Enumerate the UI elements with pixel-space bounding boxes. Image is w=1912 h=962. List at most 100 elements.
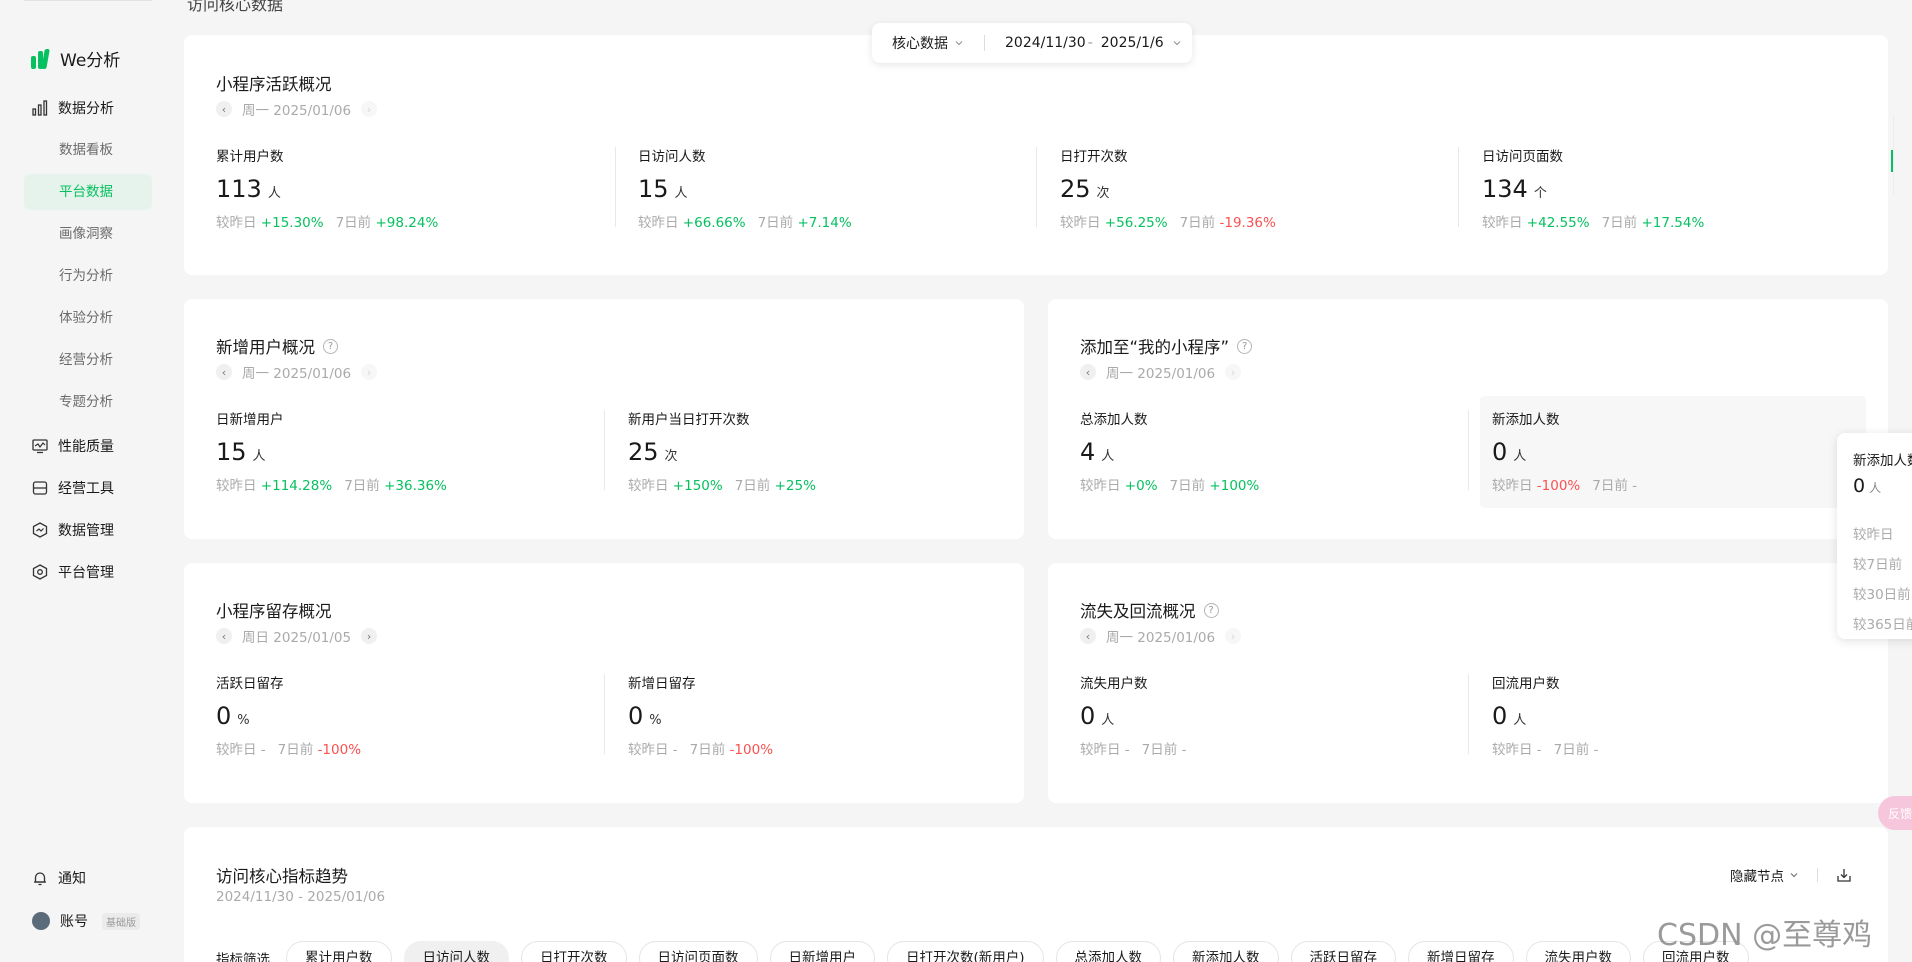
chip-total-added[interactable]: 总添加人数 bbox=[1055, 941, 1162, 962]
cmp-label: 较昨日 bbox=[1080, 742, 1121, 758]
divider bbox=[24, 0, 152, 1]
date-range-picker[interactable]: 2024/11/30- 2025/1/6 bbox=[1005, 35, 1182, 51]
nav-group-platform[interactable]: 平台管理 bbox=[32, 562, 114, 582]
nav-group-tools[interactable]: 经营工具 bbox=[32, 478, 114, 498]
metric-new-added[interactable]: 新添加人数 0人 较昨日 -100% 7日前 - bbox=[1492, 408, 1637, 494]
chip-new-retention[interactable]: 新增日留存 bbox=[1408, 941, 1514, 962]
metric-value: 0 bbox=[216, 702, 232, 730]
cmp-value: +25% bbox=[774, 478, 816, 494]
chip-new-user-opens[interactable]: 日打开次数(新用户) bbox=[887, 941, 1044, 962]
scrollbar-track[interactable] bbox=[1893, 115, 1894, 195]
prev-day-button[interactable]: ‹ bbox=[1080, 364, 1096, 380]
feedback-button[interactable]: 反馈 bbox=[1878, 796, 1912, 830]
prev-day-button[interactable]: ‹ bbox=[216, 364, 232, 380]
divider bbox=[1468, 674, 1469, 754]
metric-new-user-opens: 新用户当日打开次数 25 次 较昨日 +150% 7日前 +25% bbox=[628, 408, 816, 494]
metric-daily-visitors: 日访问人数 15 人 较昨日 +66.66% 7日前 +7.14% bbox=[638, 145, 852, 231]
cmp-value: - bbox=[672, 742, 678, 758]
chip-new-added[interactable]: 新添加人数 bbox=[1173, 941, 1279, 962]
page-title: 访问核心数据 bbox=[187, 0, 284, 14]
cmp-label: 较昨日 bbox=[216, 478, 257, 494]
cmp-label: 较昨日 bbox=[638, 215, 679, 231]
metric-returning-users: 回流用户数 0人 较昨日 -7日前 - bbox=[1492, 672, 1598, 758]
cmp-label: 7日前 bbox=[1179, 215, 1216, 231]
chip-daily-opens[interactable]: 日打开次数 bbox=[521, 941, 627, 962]
help-icon[interactable]: ? bbox=[1237, 338, 1253, 354]
cmp-value: +15.30% bbox=[260, 215, 324, 231]
next-day-button[interactable]: › bbox=[1225, 364, 1242, 380]
divider bbox=[604, 410, 605, 490]
add-to-my-apps-card: 添加至“我的小程序” ? ‹ 周一 2025/01/06 › 总添加人数 4人 … bbox=[1048, 299, 1888, 539]
metric-unit: 人 bbox=[252, 449, 266, 464]
divider bbox=[615, 147, 616, 227]
nav-group-label: 性能质量 bbox=[58, 439, 114, 455]
sidebar-item-topics[interactable]: 专题分析 bbox=[24, 384, 152, 420]
prev-day-button[interactable]: ‹ bbox=[1080, 628, 1096, 644]
next-day-button[interactable]: › bbox=[361, 364, 378, 380]
cmp-value: +17.54% bbox=[1641, 215, 1705, 231]
account-link[interactable]: 账号 基础版 bbox=[32, 911, 140, 931]
metric-filter-label: 指标筛选 bbox=[216, 952, 270, 962]
metric-detail-popover: 新添加人数 0人 较昨日 较7日前 较30日前 较365日前 bbox=[1837, 433, 1912, 639]
retention-card: 小程序留存概况 ‹ 周日 2025/01/05 › 活跃日留存 0% 较昨日 -… bbox=[184, 563, 1024, 803]
sidebar-item-behavior[interactable]: 行为分析 bbox=[24, 258, 152, 294]
app-logo[interactable]: We分析 bbox=[30, 46, 120, 71]
prev-day-button[interactable]: ‹ bbox=[216, 101, 232, 117]
metric-label: 日访问页面数 bbox=[1482, 149, 1563, 165]
sidebar-item-business[interactable]: 经营分析 bbox=[24, 342, 152, 378]
monitor-icon bbox=[32, 439, 48, 454]
popover-value: 0 bbox=[1853, 475, 1866, 497]
cmp-value: - bbox=[1593, 742, 1599, 758]
sidebar-item-experience[interactable]: 体验分析 bbox=[24, 300, 152, 336]
hide-nodes-select[interactable]: 隐藏节点 bbox=[1730, 865, 1799, 885]
date-end: 2025/1/6 bbox=[1100, 35, 1164, 51]
cmp-label: 7日前 bbox=[1553, 742, 1590, 758]
metric-unit: % bbox=[649, 713, 662, 728]
sidebar-item-platform-data[interactable]: 平台数据 bbox=[24, 174, 152, 210]
cmp-value: - bbox=[1536, 742, 1542, 758]
nav-group-label: 平台管理 bbox=[58, 565, 114, 581]
cmp-value: +56.25% bbox=[1104, 215, 1168, 231]
nav-group-performance[interactable]: 性能质量 bbox=[32, 436, 114, 456]
prev-day-button[interactable]: ‹ bbox=[216, 628, 232, 644]
download-icon[interactable] bbox=[1836, 867, 1852, 883]
divider bbox=[984, 35, 985, 51]
nav-group-data-analysis[interactable]: 数据分析 bbox=[32, 98, 114, 118]
sidebar-item-dashboard[interactable]: 数据看板 bbox=[24, 132, 152, 168]
chip-total-users[interactable]: 累计用户数 bbox=[286, 941, 392, 962]
sidebar-item-portrait[interactable]: 画像洞察 bbox=[24, 216, 152, 252]
help-icon[interactable]: ? bbox=[1203, 602, 1219, 618]
bell-icon bbox=[34, 872, 46, 886]
card-title: 新增用户概况 bbox=[216, 338, 315, 357]
next-day-button[interactable]: › bbox=[361, 628, 378, 644]
next-day-button[interactable]: › bbox=[1225, 628, 1242, 644]
scrollbar-thumb[interactable] bbox=[1891, 150, 1893, 172]
cmp-value: +100% bbox=[1209, 478, 1260, 494]
popover-unit: 人 bbox=[1869, 481, 1882, 495]
cmp-label: 较昨日 bbox=[1080, 478, 1121, 494]
metric-value: 25 bbox=[1060, 175, 1091, 203]
cmp-label: 7日前 bbox=[1592, 478, 1628, 494]
data-type-select[interactable]: 核心数据 bbox=[872, 33, 984, 53]
nav-group-label: 经营工具 bbox=[58, 481, 114, 497]
notify-link[interactable]: 通知 bbox=[32, 868, 86, 888]
next-day-button[interactable]: › bbox=[361, 101, 378, 117]
data-type-value: 核心数据 bbox=[892, 36, 948, 52]
chip-active-retention[interactable]: 活跃日留存 bbox=[1290, 941, 1397, 962]
chevron-down-icon bbox=[1790, 873, 1798, 878]
nav-group-data-manage[interactable]: 数据管理 bbox=[32, 520, 114, 540]
chip-daily-visitors[interactable]: 日访问人数 bbox=[403, 941, 509, 962]
metric-label: 总添加人数 bbox=[1080, 412, 1148, 428]
chip-new-users[interactable]: 日新增用户 bbox=[769, 941, 875, 962]
cmp-label: 较昨日 bbox=[1492, 742, 1533, 758]
help-icon[interactable]: ? bbox=[323, 338, 338, 354]
logo-icon bbox=[31, 48, 50, 69]
popover-row: 较30日前 bbox=[1853, 587, 1911, 603]
metric-label: 日新增用户 bbox=[216, 412, 284, 428]
chip-daily-pages[interactable]: 日访问页面数 bbox=[638, 941, 758, 962]
cmp-value: +150% bbox=[672, 478, 723, 494]
metric-filter: 指标筛选 累计用户数 日访问人数 日打开次数 日访问页面数 日新增用户 日打开次… bbox=[216, 941, 1749, 962]
metric-unit: 人 bbox=[1101, 713, 1115, 728]
card-title-row: 添加至“我的小程序” ? bbox=[1080, 334, 1253, 358]
chip-churned-users[interactable]: 流失用户数 bbox=[1525, 941, 1632, 962]
